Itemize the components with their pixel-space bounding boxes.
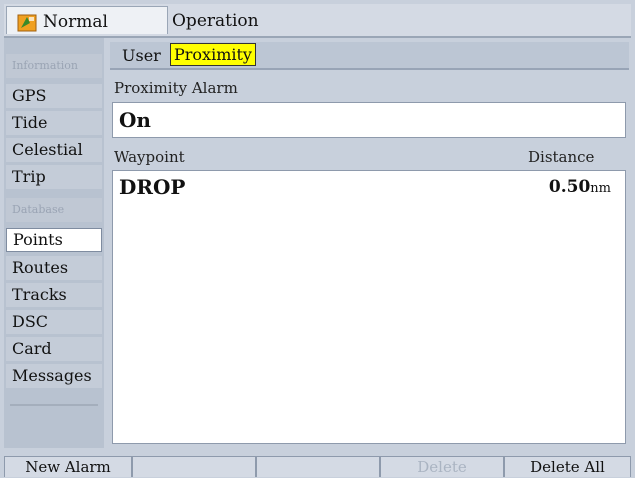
softkey-2-button[interactable] (132, 456, 256, 477)
sidebar: Information GPS Tide Celestial Trip Data… (4, 38, 104, 448)
tab-proximity[interactable]: Proximity (170, 43, 256, 66)
sidebar-item-points[interactable]: Points (6, 228, 102, 252)
sidebar-item-card[interactable]: Card (6, 337, 102, 361)
distance-unit: nm (590, 181, 611, 196)
delete-all-button[interactable]: Delete All (504, 456, 631, 477)
tab-user[interactable]: User (122, 46, 161, 65)
sidebar-item-tracks[interactable]: Tracks (6, 283, 102, 307)
vessel-flag-icon (17, 14, 37, 32)
waypoint-name: DROP (119, 175, 186, 199)
proximity-alarm-value: On (119, 108, 151, 132)
app-name: Normal (43, 12, 108, 32)
sidebar-header-information: Information (6, 54, 102, 78)
softkey-bar: New Alarm Delete Delete All (4, 454, 631, 477)
sidebar-item-celestial[interactable]: Celestial (6, 138, 102, 162)
sidebar-item-trip[interactable]: Trip (6, 165, 102, 189)
subtab-bar: User Proximity (110, 42, 629, 70)
sidebar-item-routes[interactable]: Routes (6, 256, 102, 280)
sidebar-item-dsc[interactable]: DSC (6, 310, 102, 334)
sidebar-header-database: Database (6, 198, 102, 222)
proximity-alarm-label: Proximity Alarm (114, 79, 238, 97)
softkey-3-button[interactable] (256, 456, 380, 477)
list-item[interactable]: DROP 0.50nm (113, 171, 625, 205)
delete-button[interactable]: Delete (380, 456, 504, 477)
title-tab: Normal (6, 6, 168, 34)
sidebar-item-gps[interactable]: GPS (6, 84, 102, 108)
proximity-alarm-field[interactable]: On (112, 102, 626, 138)
sidebar-divider (10, 404, 98, 406)
waypoint-column-header: Waypoint (114, 148, 185, 166)
main-panel: User Proximity Proximity Alarm On Waypoi… (108, 38, 631, 448)
title-bar: Normal Operation (4, 4, 631, 38)
distance-column-header: Distance (528, 148, 595, 166)
distance-value: 0.50 (548, 177, 591, 197)
new-alarm-button[interactable]: New Alarm (4, 456, 132, 477)
sidebar-item-tide[interactable]: Tide (6, 111, 102, 135)
proximity-list: DROP 0.50nm (112, 170, 626, 444)
page-title: Operation (172, 11, 259, 31)
sidebar-item-messages[interactable]: Messages (6, 364, 102, 388)
waypoint-distance: 0.50nm (549, 177, 611, 197)
